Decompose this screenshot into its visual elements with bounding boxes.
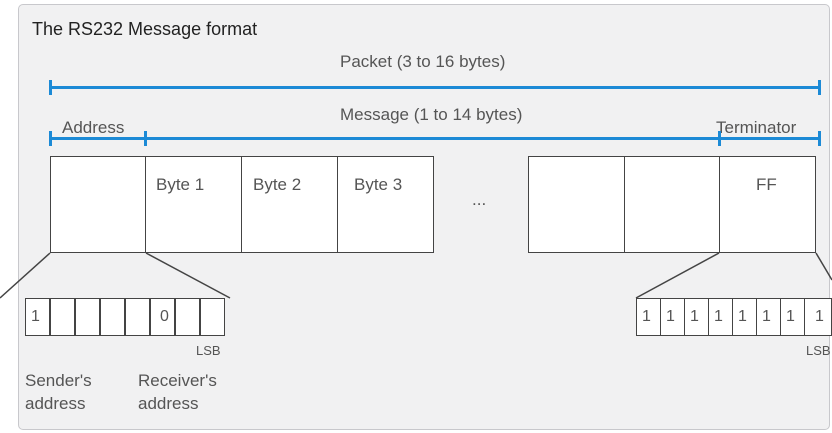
address-bit-2 — [75, 298, 100, 336]
address-bit-3 — [100, 298, 125, 336]
terminator-bit-0-value: 1 — [642, 308, 651, 325]
address-bit-7 — [200, 298, 225, 336]
terminator-bit-3-value: 1 — [714, 308, 723, 325]
address-zoom-right — [145, 252, 231, 299]
address-bit-6 — [175, 298, 200, 336]
terminator-zoom-right — [815, 252, 832, 281]
address-bit-5-value: 0 — [160, 308, 169, 325]
address-bit-1 — [50, 298, 75, 336]
terminator-bit-5-value: 1 — [762, 308, 771, 325]
address-bit-0-value: 1 — [31, 308, 40, 325]
terminator-bit-6-value: 1 — [786, 308, 795, 325]
terminator-bit-2-value: 1 — [690, 308, 699, 325]
sender-address-caption: Sender's address — [25, 371, 92, 413]
terminator-bit-4-value: 1 — [738, 308, 747, 325]
terminator-bit-7-value: 1 — [815, 308, 824, 325]
terminator-lsb-label: LSB — [806, 343, 831, 358]
address-lsb-label: LSB — [196, 343, 221, 358]
receiver-address-caption: Receiver's address — [138, 371, 217, 413]
address-zoom-left — [0, 252, 51, 299]
terminator-bit-1-value: 1 — [666, 308, 675, 325]
zoom-lines — [0, 252, 832, 299]
address-bit-4 — [125, 298, 150, 336]
terminator-zoom-left — [635, 252, 720, 299]
